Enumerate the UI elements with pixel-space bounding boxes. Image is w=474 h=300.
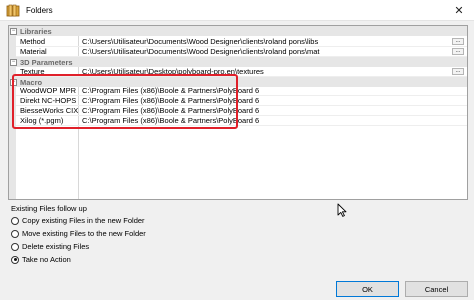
radio-indicator[interactable] — [11, 229, 19, 238]
radio-indicator-selected[interactable] — [11, 255, 19, 264]
cancel-button[interactable]: Cancel — [405, 281, 468, 297]
radio-take-no-action[interactable]: Take no Action — [11, 254, 71, 265]
existing-files-group: Existing Files follow up Copy existing F… — [8, 204, 468, 268]
close-button[interactable]: ✕ — [450, 2, 468, 18]
category-libraries[interactable]: − Libraries — [9, 26, 467, 36]
radio-delete-files[interactable]: Delete existing Files — [11, 241, 89, 252]
radio-label[interactable]: Copy existing Files in the new Folder — [22, 216, 145, 225]
title-bar: Folders ✕ — [0, 0, 474, 21]
browse-button[interactable]: ... — [452, 68, 464, 75]
collapse-icon[interactable]: − — [10, 27, 17, 35]
radio-move-files[interactable]: Move existing Files to the new Folder — [11, 228, 146, 239]
property-value[interactable]: C:\Users\Utilisateur\Documents\Wood Desi… — [82, 37, 318, 47]
browse-button[interactable]: ... — [452, 48, 464, 55]
ok-button[interactable]: OK — [336, 281, 399, 297]
folder-icon — [6, 4, 20, 16]
window-title: Folders — [26, 5, 53, 15]
radio-copy-files[interactable]: Copy existing Files in the new Folder — [11, 215, 145, 226]
radio-label[interactable]: Move existing Files to the new Folder — [22, 229, 146, 238]
category-label: 3D Parameters — [20, 57, 73, 67]
radio-label[interactable]: Delete existing Files — [22, 242, 89, 251]
radio-indicator[interactable] — [11, 242, 19, 251]
property-value[interactable]: C:\Users\Utilisateur\Documents\Wood Desi… — [82, 47, 319, 57]
category-3d-parameters[interactable]: − 3D Parameters — [9, 57, 467, 67]
category-label: Libraries — [20, 26, 52, 36]
browse-button[interactable]: ... — [452, 38, 464, 45]
property-name: Method — [20, 37, 46, 46]
property-row-material[interactable]: Material C:\Users\Utilisateur\Documents\… — [16, 47, 467, 57]
group-title: Existing Files follow up — [11, 204, 87, 213]
highlight-frame — [12, 74, 238, 129]
mouse-pointer-icon — [337, 203, 347, 217]
property-row-method[interactable]: Method C:\Users\Utilisateur\Documents\Wo… — [16, 37, 467, 47]
radio-indicator[interactable] — [11, 216, 19, 225]
close-icon: ✕ — [454, 4, 464, 17]
property-name: Material — [20, 47, 47, 56]
radio-label[interactable]: Take no Action — [22, 255, 71, 264]
collapse-icon[interactable]: − — [10, 58, 17, 66]
